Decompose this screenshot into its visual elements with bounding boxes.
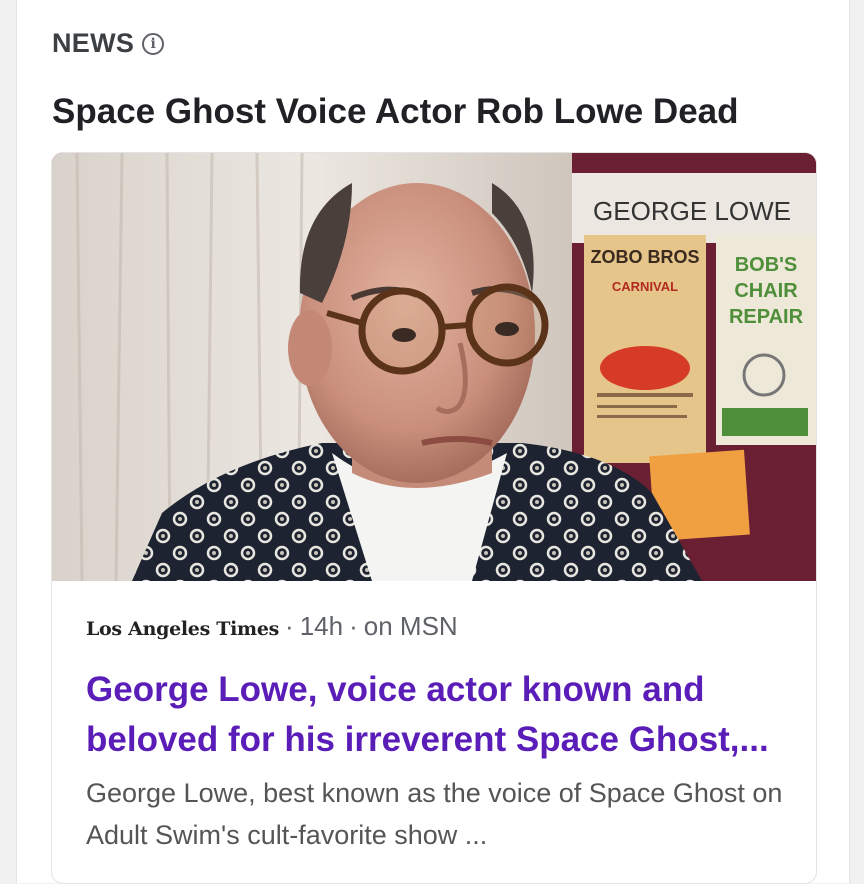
- story-snippet: George Lowe, best known as the voice of …: [86, 778, 783, 850]
- section-header: NEWS i: [52, 28, 165, 59]
- meta-separator: ·: [349, 611, 358, 641]
- headline[interactable]: Space Ghost Voice Actor Rob Lowe Dead: [52, 92, 739, 132]
- story-age: 14h: [299, 611, 344, 641]
- story-card[interactable]: GEORGE LOWE ZOBO BROS CARNIVAL BOB'S CHA…: [51, 152, 817, 884]
- meta-separator: ·: [285, 611, 294, 641]
- story-via: on MSN: [363, 611, 458, 641]
- poster-2-line2: CHAIR: [734, 280, 798, 302]
- story-thumbnail[interactable]: GEORGE LOWE ZOBO BROS CARNIVAL BOB'S CHA…: [52, 153, 816, 581]
- poster-1-line1: ZOBO BROS: [590, 247, 699, 267]
- story-meta: Los Angeles Times · 14h · on MSN: [86, 611, 458, 642]
- info-icon[interactable]: i: [142, 32, 165, 55]
- poster-2-line1: BOB'S: [735, 254, 798, 276]
- sign-name: GEORGE LOWE: [593, 196, 791, 226]
- poster-2-line3: REPAIR: [729, 306, 804, 328]
- section-label: NEWS: [52, 28, 135, 58]
- poster-1-line2: CARNIVAL: [612, 279, 678, 294]
- story-title-link[interactable]: George Lowe, voice actor known and belov…: [86, 665, 786, 765]
- source-logo[interactable]: Los Angeles Times: [86, 618, 279, 640]
- news-card: NEWS i Space Ghost Voice Actor Rob Lowe …: [16, 0, 850, 884]
